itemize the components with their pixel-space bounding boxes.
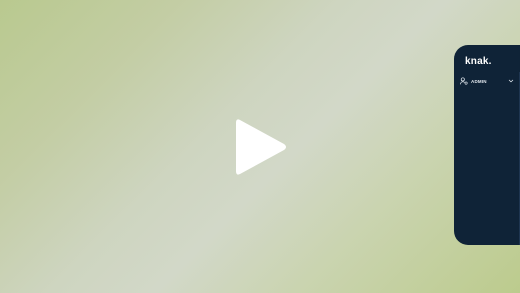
brand-logo: knak. bbox=[465, 56, 492, 67]
play-icon bbox=[236, 119, 286, 175]
user-cog-icon bbox=[460, 77, 468, 85]
chevron-down-icon bbox=[508, 78, 514, 84]
logo-text: knak bbox=[465, 56, 489, 67]
account-switcher[interactable]: ADMIN bbox=[460, 75, 514, 87]
video-poster[interactable]: knak. ADMIN bbox=[0, 0, 520, 293]
account-label: ADMIN bbox=[471, 78, 487, 84]
play-button[interactable] bbox=[226, 112, 296, 182]
logo-dot: . bbox=[488, 56, 492, 67]
app-sidebar-preview: knak. ADMIN bbox=[454, 45, 520, 245]
